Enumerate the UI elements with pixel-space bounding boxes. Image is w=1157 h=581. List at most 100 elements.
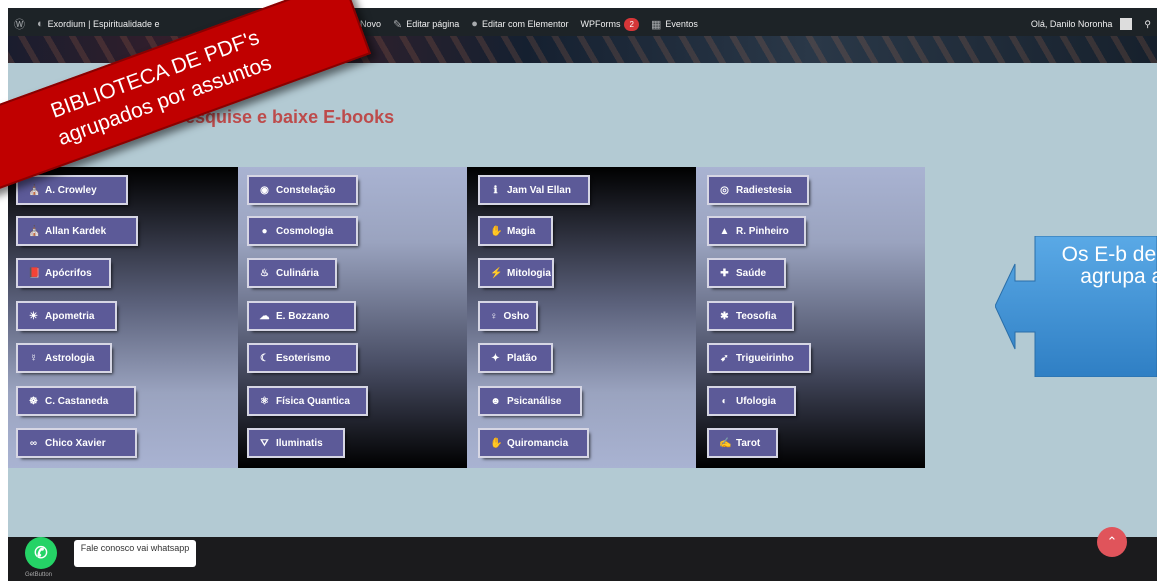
temple-icon: ⛪ (28, 184, 41, 196)
mountain-icon: ▲ (719, 225, 730, 237)
feather-icon: ➹ (720, 352, 729, 364)
category-button-mitologia[interactable]: ⚡ Mitologia (480, 260, 552, 286)
events-label: Eventos (665, 19, 698, 29)
head-icon: ☻ (490, 395, 501, 407)
category-button-platao[interactable]: ✦ Platão (480, 345, 551, 371)
button-label: Tarot (736, 437, 761, 449)
whatsapp-button[interactable]: ✆ (25, 537, 57, 569)
button-label: Mitologia (507, 267, 551, 279)
category-button-r-pinheiro[interactable]: ▲ R. Pinheiro (709, 218, 804, 244)
category-button-osho[interactable]: ♀ Osho (480, 303, 536, 329)
palette-icon: ◐ (37, 18, 44, 30)
category-button-chico-xavier[interactable]: ∞ Chico Xavier (18, 430, 135, 456)
category-button-e-bozzano[interactable]: ☁ E. Bozzano (249, 303, 354, 329)
category-button-allan-kardek[interactable]: ⛪ Allan Kardek (18, 218, 136, 244)
scroll-to-top-button[interactable]: ⌃ (1097, 527, 1127, 557)
elementor-icon: ● (471, 18, 478, 30)
hand-icon: ✋ (490, 225, 503, 237)
atom-icon: ⚛ (260, 395, 269, 407)
button-label: Apócrifos (45, 267, 92, 279)
pencil-icon: ✎ (393, 18, 403, 31)
category-button-apocrifos[interactable]: 📕 Apócrifos (18, 260, 109, 286)
button-label: Psicanálise (507, 395, 562, 407)
category-button-radiestesia[interactable]: ◎ Radiestesia (709, 177, 807, 203)
book-icon: 📕 (28, 267, 41, 279)
category-button-constelacao[interactable]: ◉ Constelação (249, 177, 356, 203)
search-button[interactable]: ⚲ (1138, 19, 1157, 30)
ufo-icon: ◐ (721, 395, 728, 407)
button-label: Culinária (276, 267, 319, 279)
category-button-jam-val-ellan[interactable]: ℹ Jam Val Ellan (480, 177, 588, 203)
button-label: Quiromancia (507, 437, 569, 449)
button-label: Cosmologia (276, 225, 334, 237)
search-icon: ⚲ (1144, 18, 1151, 29)
mercury-icon: ☿ (29, 352, 38, 364)
moon-icon: ☾ (260, 352, 269, 364)
category-button-c-castaneda[interactable]: ☸ C. Castaneda (18, 388, 134, 414)
button-label: Saúde (736, 267, 767, 279)
button-label: Ufologia (736, 395, 776, 407)
category-button-teosofia[interactable]: ✱ Teosofia (709, 303, 792, 329)
category-button-fisica-quantica[interactable]: ⚛ Física Quantica (249, 388, 366, 414)
info-icon: ℹ (493, 184, 498, 196)
greeting: Olá, Danilo Noronha (1030, 19, 1113, 29)
button-label: C. Castaneda (45, 395, 109, 407)
category-button-apometria[interactable]: ☀ Apometria (18, 303, 115, 329)
category-button-iluminatis[interactable]: ⛛ Iluminatis (249, 430, 343, 456)
button-label: Teosofia (736, 310, 777, 322)
button-label: Chico Xavier (45, 437, 106, 449)
button-label: Apometria (45, 310, 95, 322)
category-button-esoterismo[interactable]: ☾ Esoterismo (249, 345, 356, 371)
account-menu[interactable]: Olá, Danilo Noronha (1025, 18, 1139, 30)
wpforms-label: WPForms (580, 19, 621, 29)
star-icon: ✦ (491, 352, 500, 364)
wpforms-count-badge: 2 (624, 17, 639, 31)
button-label: Radiestesia (736, 184, 792, 196)
pin-icon: ♀ (490, 310, 498, 322)
edit-page-label: Editar página (406, 19, 460, 29)
button-label: R. Pinheiro (736, 225, 789, 237)
button-label: Física Quantica (276, 395, 350, 407)
category-button-psicanalise[interactable]: ☻ Psicanálise (480, 388, 580, 414)
avatar (1120, 18, 1133, 30)
button-label: Astrologia (45, 352, 95, 364)
glasses-icon: ∞ (29, 437, 38, 449)
category-button-cosmologia[interactable]: ● Cosmologia (249, 218, 356, 244)
eye-pyramid-icon: ⛛ (260, 437, 269, 449)
eye-icon: ◉ (260, 184, 269, 196)
category-button-ufologia[interactable]: ◐ Ufologia (709, 388, 794, 414)
whatsapp-bubble[interactable]: Fale conosco vai whatsapp (74, 540, 196, 567)
whatsapp-icon: ✆ (34, 545, 48, 562)
gauge-icon: ◎ (720, 184, 729, 196)
button-label: Esoterismo (276, 352, 331, 364)
elementor-label: Editar com Elementor (481, 19, 569, 29)
category-button-saude[interactable]: ✚ Saúde (709, 260, 784, 286)
button-label: Osho (503, 310, 530, 322)
site-name: Exordium | Espiritualidade e (47, 19, 160, 29)
asterisk-icon: ✱ (720, 310, 729, 322)
chevron-up-icon: ⌃ (1106, 534, 1118, 549)
button-label: Magia (507, 225, 536, 237)
category-button-quiromancia[interactable]: ✋ Quiromancia (480, 430, 587, 456)
category-button-a-crowley[interactable]: ⛪ A. Crowley (18, 177, 126, 203)
category-button-culinaria[interactable]: ♨ Culinária (249, 260, 335, 286)
ambulance-icon: ✚ (720, 267, 729, 279)
palm-icon: ✋ (490, 437, 503, 449)
temple-icon: ⛪ (28, 225, 41, 237)
category-button-astrologia[interactable]: ☿ Astrologia (18, 345, 110, 371)
button-label: Iluminatis (276, 437, 323, 449)
callout-text: Os E-b dentro agrupa as (1061, 243, 1157, 288)
planet-icon: ● (261, 225, 268, 237)
calendar-icon: ▦ (650, 18, 662, 31)
category-button-magia[interactable]: ✋ Magia (480, 218, 551, 244)
annotation-callout: Os E-b dentro agrupa as (995, 236, 1157, 377)
button-label: E. Bozzano (276, 310, 330, 322)
wordpress-icon: Ⓦ (14, 19, 25, 31)
button-label: Constelação (276, 184, 336, 196)
pegasus-icon: ⚡ (490, 267, 503, 279)
button-label: Platão (507, 352, 538, 364)
getbutton-brand: GetButton (25, 572, 53, 578)
category-button-trigueirinho[interactable]: ➹ Trigueirinho (709, 345, 809, 371)
category-button-tarot[interactable]: ✍ Tarot (709, 430, 776, 456)
lotus-icon: ☀ (29, 310, 38, 322)
